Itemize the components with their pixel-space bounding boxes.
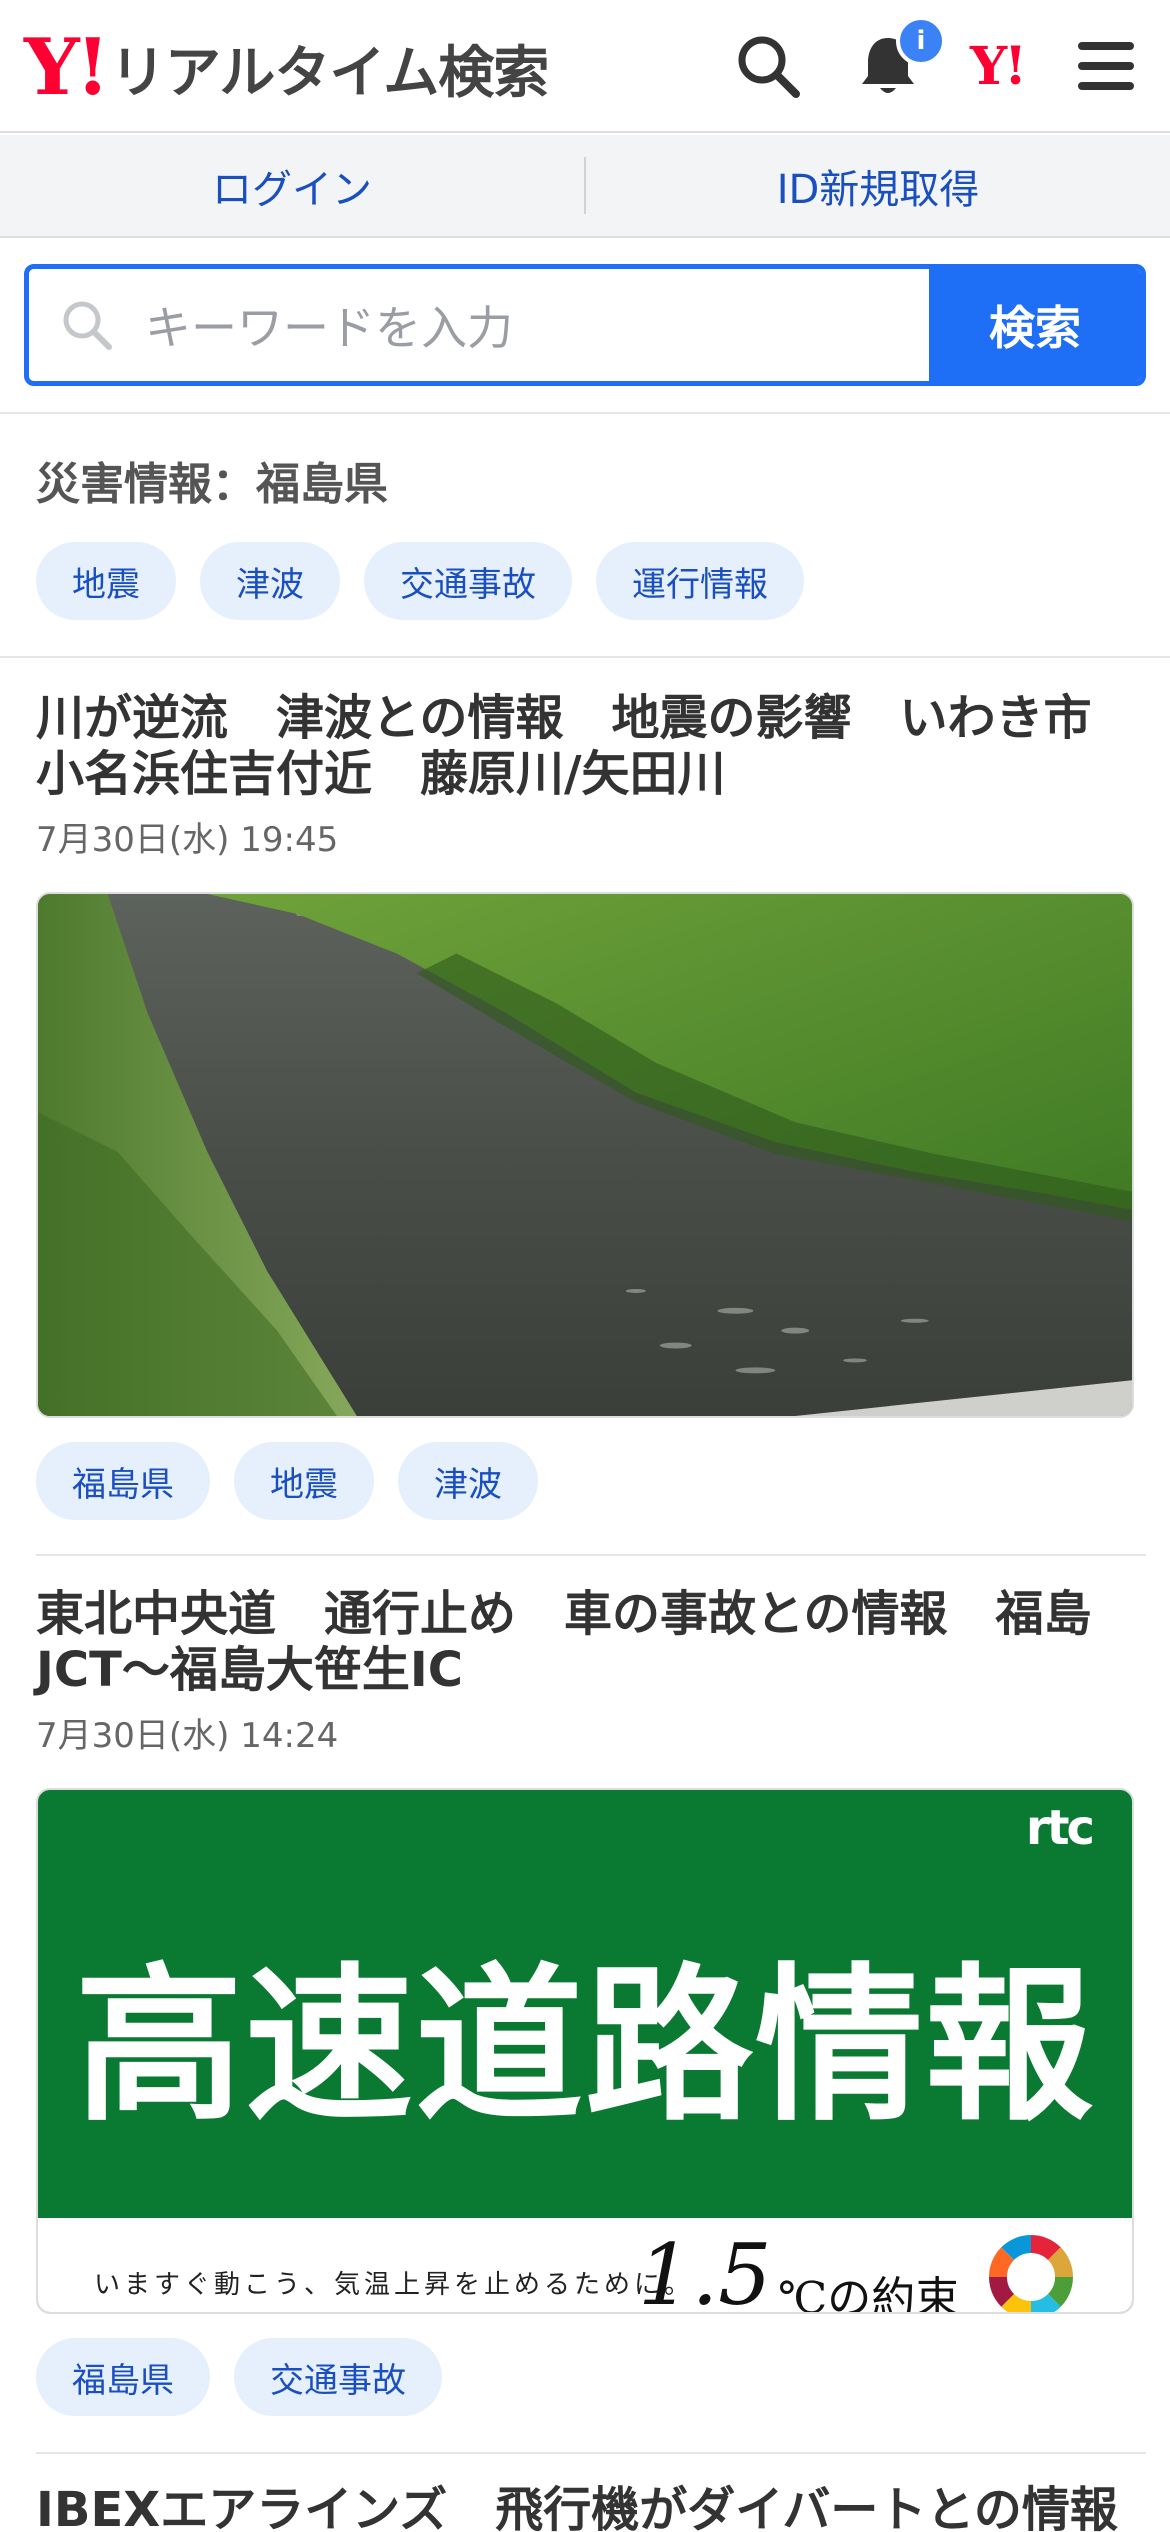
banner-footer: いますぐ動こう、気温上昇を止めるために。 1.5 ℃の約束 (38, 2218, 1132, 2312)
article-tag-list: 福島県 地震 津波 (36, 1442, 538, 1520)
tag-chip[interactable]: 地震 (36, 542, 176, 620)
article-divider (36, 1554, 1146, 1556)
search-bar: キーワードを入力 検索 (24, 264, 1146, 386)
tag-chip[interactable]: 福島県 (36, 2338, 210, 2416)
login-link[interactable]: ログイン (0, 135, 584, 236)
disaster-tag-list: 地震 津波 交通事故 運行情報 (36, 542, 804, 620)
search-icon[interactable] (732, 30, 804, 102)
article-title[interactable]: 東北中央道 通行止め 車の事故との情報 福島JCT～福島大笹生IC (36, 1586, 1136, 1698)
yahoo-realtime-logo[interactable]: Y! リアルタイム検索 (24, 22, 549, 113)
tag-chip[interactable]: 福島県 (36, 1442, 210, 1520)
article-date: 7月30日(水) 19:45 (36, 820, 339, 860)
banner-slogan: いますぐ動こう、気温上昇を止めるために。 (94, 2270, 695, 2300)
tag-chip[interactable]: 交通事故 (234, 2338, 442, 2416)
tag-chip[interactable]: 津波 (200, 542, 340, 620)
broadcaster-logo: rtc (1025, 1800, 1095, 1856)
tag-chip[interactable]: 運行情報 (596, 542, 804, 620)
article-title[interactable]: IBEXエアラインズ 飛行機がダイバートとの情報 (36, 2482, 1136, 2532)
search-input[interactable]: キーワードを入力 (29, 269, 929, 381)
logo-text: リアルタイム検索 (109, 40, 549, 106)
section-divider (0, 412, 1170, 414)
signup-link[interactable]: ID新規取得 (586, 135, 1170, 236)
notification-badge[interactable]: i (896, 16, 946, 66)
article-image-river[interactable] (36, 892, 1134, 1418)
search-placeholder: キーワードを入力 (145, 301, 513, 355)
disaster-section-title: 災害情報：福島県 (36, 459, 388, 510)
banner-unit: ℃の約束 (778, 2273, 960, 2314)
article-date: 7月30日(水) 14:24 (36, 1716, 339, 1756)
article-title[interactable]: 川が逆流 津波との情報 地震の影響 いわき市小名浜住吉付近 藤原川/矢田川 (36, 690, 1136, 802)
article-divider (36, 2452, 1146, 2454)
tag-chip[interactable]: 津波 (398, 1442, 538, 1520)
tag-chip[interactable]: 地震 (234, 1442, 374, 1520)
article-image-highway-banner[interactable]: rtc 高速道路情報 いますぐ動こう、気温上昇を止めるために。 1.5 ℃の約束 (36, 1788, 1134, 2314)
yahoo-logo-mark: Y! (24, 22, 110, 113)
section-divider (0, 656, 1170, 658)
search-button[interactable]: 検索 (929, 269, 1141, 381)
banner-number: 1.5 (638, 2226, 772, 2314)
app-header: Y! リアルタイム検索 i Y! (0, 0, 1170, 133)
auth-bar: ログイン ID新規取得 (0, 135, 1170, 238)
yahoo-top-link-icon[interactable]: Y! (970, 36, 1027, 97)
search-field-icon (63, 301, 112, 350)
sdg-wheel-icon (989, 2235, 1073, 2312)
banner-headline: 高速道路情報 (75, 1948, 1095, 2144)
tag-chip[interactable]: 交通事故 (364, 542, 572, 620)
hamburger-menu-icon[interactable] (1070, 30, 1142, 102)
article-tag-list: 福島県 交通事故 (36, 2338, 442, 2416)
